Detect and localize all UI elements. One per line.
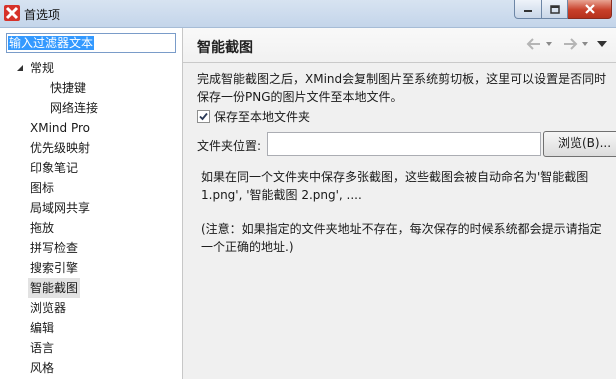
back-arrow-icon[interactable] [526, 37, 542, 51]
tree-item-general[interactable]: 常规 [0, 58, 182, 78]
page-header: 智能截图 [183, 28, 616, 63]
tree-item-label: 常规 [30, 61, 55, 75]
forward-arrow-icon[interactable] [562, 37, 578, 51]
title-bar: 首选项 [0, 0, 616, 28]
folder-location-label: 文件夹位置: [197, 139, 262, 153]
tree-item-priority-map[interactable]: 优先级映射 [0, 138, 182, 158]
forward-dropdown-icon[interactable] [581, 37, 589, 51]
page-title: 智能截图 [197, 40, 253, 56]
tree-item-xmind-pro[interactable]: XMind Pro [0, 118, 182, 138]
tree-item-label: 搜索引擎 [30, 261, 79, 275]
tree-item-label: 编辑 [30, 321, 55, 335]
close-button[interactable] [568, 0, 612, 19]
close-icon [584, 4, 595, 14]
tree-item-label: 图标 [30, 181, 55, 195]
tree-item-label: 浏览器 [30, 301, 67, 315]
tree-item-browser[interactable]: 浏览器 [0, 298, 182, 318]
folder-location-input[interactable] [267, 132, 541, 156]
tree-item-evernote[interactable]: 印象笔记 [0, 158, 182, 178]
xmind-icon [4, 5, 20, 21]
tree-item-label: 印象笔记 [30, 161, 79, 175]
window-controls [514, 0, 612, 20]
naming-note: 如果在同一个文件夹中保存多张截图，这些截图会被自动命名为'智能截图 1.png'… [201, 170, 589, 202]
tree-item-edit[interactable]: 编辑 [0, 318, 182, 338]
tree-item-shortcuts[interactable]: 快捷键 [0, 78, 182, 98]
tree-item-icons[interactable]: 图标 [0, 178, 182, 198]
browse-button[interactable]: 浏览(B)... [543, 131, 616, 157]
view-menu-icon[interactable] [596, 37, 608, 51]
tree-item-label: 智能截图 [28, 278, 81, 298]
filter-text: 输入过滤器文本 [8, 36, 95, 50]
back-dropdown-icon[interactable] [545, 37, 553, 51]
tree-item-label: 优先级映射 [30, 141, 91, 155]
tree-item-label: 拖放 [30, 221, 55, 235]
tree-item-label: 语言 [30, 341, 55, 355]
tree-item-lan-share[interactable]: 局域网共享 [0, 198, 182, 218]
tree-item-smart-capture[interactable]: 智能截图 [0, 278, 182, 298]
save-local-checkbox[interactable] [197, 109, 210, 123]
tree-item-search-engine[interactable]: 搜索引擎 [0, 258, 182, 278]
minimize-icon [524, 10, 532, 12]
preference-page: 智能截图 完成智能截图之后，XMind会复制图片至系统剪切板，这里可以设置是否同… [183, 28, 616, 379]
preferences-tree: 常规 快捷键 网络连接 XMind Pro 优先级映射 印象笔记 图标 局域网共… [0, 58, 182, 378]
save-local-checkbox-row[interactable]: 保存至本地文件夹 [197, 108, 310, 124]
warning-note: (注意：如果指定的文件夹地址不存在，每次保存的时候系统都会提示请指定一个正确的地… [201, 222, 602, 254]
minimize-button[interactable] [514, 0, 542, 19]
expanded-triangle-icon[interactable] [16, 64, 24, 72]
tree-item-label: 网络连接 [50, 101, 99, 115]
checkmark-icon [199, 112, 208, 120]
tree-item-label: 局域网共享 [30, 201, 91, 215]
tree-item-label: XMind Pro [30, 121, 90, 135]
filter-input[interactable]: 输入过滤器文本 [6, 33, 176, 53]
preferences-sidebar: 输入过滤器文本 常规 快捷键 网络连接 XMind Pro 优先级映射 印象笔记… [0, 28, 183, 379]
tree-item-drag-drop[interactable]: 拖放 [0, 218, 182, 238]
tree-item-style[interactable]: 风格 [0, 358, 182, 378]
tree-item-label: 风格 [30, 361, 55, 375]
maximize-icon [549, 4, 560, 14]
maximize-button[interactable] [542, 0, 568, 19]
page-navigation [526, 37, 608, 51]
tree-item-network[interactable]: 网络连接 [0, 98, 182, 118]
save-local-label: 保存至本地文件夹 [214, 109, 311, 124]
tree-item-spell-check[interactable]: 拼写检查 [0, 238, 182, 258]
tree-item-label: 拼写检查 [30, 241, 79, 255]
page-description: 完成智能截图之后，XMind会复制图片至系统剪切板，这里可以设置是否同时保存一份… [197, 72, 607, 104]
tree-item-label: 快捷键 [50, 81, 87, 95]
tree-item-language[interactable]: 语言 [0, 338, 182, 358]
window-title: 首选项 [24, 8, 61, 22]
